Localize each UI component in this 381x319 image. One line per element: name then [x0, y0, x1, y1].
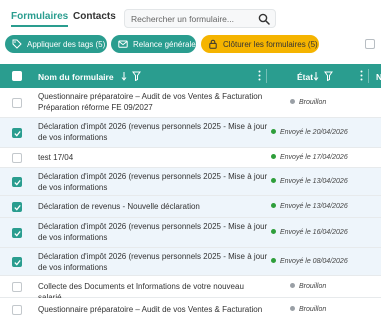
status-text: Envoyé le 08/04/2026: [280, 258, 348, 265]
search-input[interactable]: [131, 12, 257, 26]
sort-filter-icons-status[interactable]: [313, 71, 333, 81]
status-text: Envoyé le 13/04/2026: [280, 203, 348, 210]
status-text: Envoyé le 20/04/2026: [280, 129, 348, 136]
table-row[interactable]: Déclaration d'impôt 2026 (revenus person…: [0, 218, 381, 248]
status-text: Brouillon: [299, 283, 327, 290]
column-header-status[interactable]: État: [297, 72, 313, 82]
table-row[interactable]: Déclaration de revenus - Nouvelle déclar…: [0, 196, 381, 218]
sort-filter-icons-name[interactable]: [121, 71, 141, 81]
form-name[interactable]: Déclaration d'impôt 2026 (revenus person…: [38, 222, 268, 243]
table-row[interactable]: Collecte des Documents et Informations d…: [0, 276, 381, 302]
table-header: Nom du formulaire État N: [0, 64, 381, 88]
status-dot-icon: [290, 306, 295, 311]
column-menu-icon[interactable]: [258, 70, 261, 81]
table-row[interactable]: Déclaration d'impôt 2026 (revenus person…: [0, 248, 381, 276]
table-row[interactable]: test 17/04 Envoyé le 17/04/2026: [0, 148, 381, 168]
row-checkbox[interactable]: [12, 153, 22, 163]
row-checkbox[interactable]: [12, 228, 22, 238]
row-checkbox[interactable]: [12, 257, 22, 267]
status-dot-icon: [271, 154, 276, 159]
status-dot-icon: [290, 283, 295, 288]
status-text: Brouillon: [299, 306, 327, 313]
apply-tags-label: Appliquer des tags (5): [27, 39, 106, 49]
form-name[interactable]: Déclaration de revenus - Nouvelle déclar…: [38, 202, 268, 213]
row-checkbox[interactable]: [12, 282, 22, 292]
status-badge: Envoyé le 20/04/2026: [271, 129, 348, 136]
check-icon: [14, 230, 21, 237]
forms-table: Nom du formulaire État N Questionnaire p…: [0, 64, 381, 319]
lock-icon: [209, 39, 217, 49]
mail-icon: [118, 40, 128, 48]
table-row[interactable]: Déclaration d'impôt 2026 (revenus person…: [0, 168, 381, 196]
table-body: Questionnaire préparatoire – Audit de vo…: [0, 88, 381, 319]
select-all-checkbox[interactable]: [12, 71, 22, 81]
status-badge: Envoyé le 17/04/2026: [271, 154, 348, 161]
form-name[interactable]: Déclaration d'impôt 2026 (revenus person…: [38, 172, 268, 193]
check-icon: [14, 179, 21, 186]
relance-button[interactable]: Relance générale: [111, 35, 196, 53]
status-column-menu-icon[interactable]: [360, 70, 363, 81]
row-checkbox[interactable]: [12, 98, 22, 108]
relance-label: Relance générale: [133, 39, 196, 49]
check-icon: [14, 204, 21, 211]
status-dot-icon: [290, 99, 295, 104]
search-icon[interactable]: [258, 13, 270, 25]
check-icon: [14, 259, 21, 266]
status-badge: Brouillon: [290, 283, 326, 290]
close-forms-label: Clôturer les formulaires (5): [223, 39, 318, 49]
search-box: [124, 9, 276, 28]
table-row[interactable]: Questionnaire préparatoire – Audit de vo…: [0, 298, 381, 319]
column-divider: [368, 69, 369, 83]
row-checkbox[interactable]: [12, 177, 22, 187]
close-forms-button[interactable]: Clôturer les formulaires (5): [201, 35, 319, 53]
status-badge: Envoyé le 16/04/2026: [271, 229, 348, 236]
form-name[interactable]: Déclaration d'impôt 2026 (revenus person…: [38, 122, 268, 143]
table-row[interactable]: Questionnaire préparatoire – Audit de vo…: [0, 88, 381, 118]
status-badge: Brouillon: [290, 306, 326, 313]
column-divider: [266, 69, 267, 83]
status-badge: Brouillon: [290, 99, 326, 106]
table-row[interactable]: Déclaration d'impôt 2026 (revenus person…: [0, 118, 381, 148]
status-badge: Envoyé le 13/04/2026: [271, 178, 348, 185]
form-name[interactable]: test 17/04: [38, 153, 268, 164]
status-dot-icon: [271, 178, 276, 183]
apply-tags-button[interactable]: Appliquer des tags (5): [5, 35, 107, 53]
status-text: Brouillon: [299, 99, 327, 106]
row-checkbox[interactable]: [12, 128, 22, 138]
status-dot-icon: [271, 258, 276, 263]
check-icon: [14, 130, 21, 137]
column-header-next[interactable]: N: [376, 72, 381, 82]
row-checkbox[interactable]: [12, 202, 22, 212]
form-name[interactable]: Questionnaire préparatoire – Audit de vo…: [38, 305, 268, 316]
column-header-name[interactable]: Nom du formulaire: [38, 72, 114, 82]
status-badge: Envoyé le 08/04/2026: [271, 258, 348, 265]
status-text: Envoyé le 16/04/2026: [280, 229, 348, 236]
status-dot-icon: [271, 129, 276, 134]
toolbar-checkbox[interactable]: [365, 39, 375, 49]
status-text: Envoyé le 13/04/2026: [280, 178, 348, 185]
tab-formulaires[interactable]: Formulaires: [11, 11, 69, 27]
tab-contacts[interactable]: Contacts: [73, 11, 116, 22]
status-dot-icon: [271, 229, 276, 234]
status-dot-icon: [271, 203, 276, 208]
status-text: Envoyé le 17/04/2026: [280, 154, 348, 161]
row-checkbox[interactable]: [12, 305, 22, 315]
form-name[interactable]: Déclaration d'impôt 2026 (revenus person…: [38, 252, 268, 273]
form-name[interactable]: Questionnaire préparatoire – Audit de vo…: [38, 92, 268, 113]
tag-icon: [12, 39, 22, 49]
status-badge: Envoyé le 13/04/2026: [271, 203, 348, 210]
